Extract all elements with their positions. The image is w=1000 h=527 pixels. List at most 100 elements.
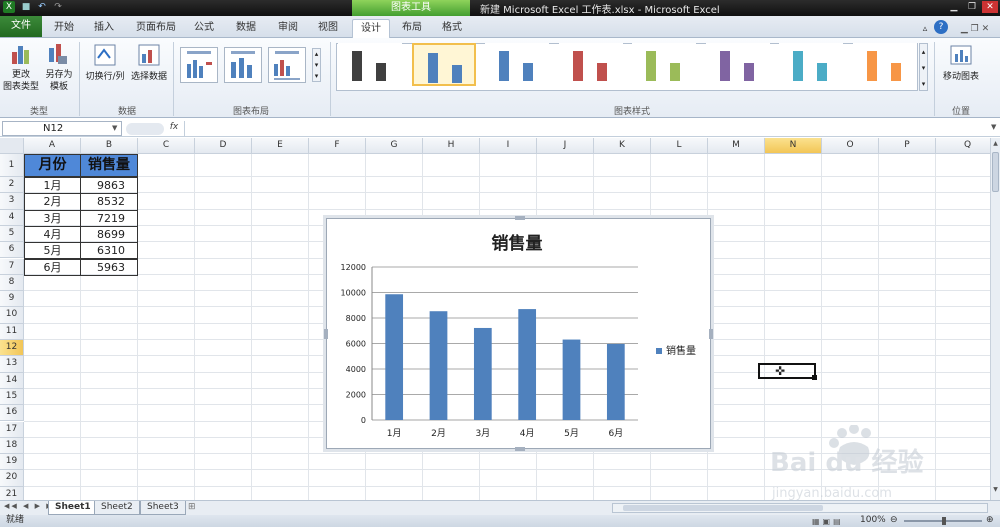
- table-header-month[interactable]: 月份: [24, 154, 81, 177]
- select-all-corner[interactable]: [0, 138, 24, 154]
- scroll-up-icon[interactable]: ▲: [992, 140, 999, 150]
- row-header-8[interactable]: 8: [0, 274, 24, 292]
- row-header-10[interactable]: 10: [0, 307, 24, 324]
- chart-style-2[interactable]: [411, 43, 476, 86]
- insert-function-button[interactable]: fx: [166, 122, 182, 136]
- tab-page-layout[interactable]: 页面布局: [132, 19, 180, 38]
- row-header-17[interactable]: 17: [0, 421, 24, 438]
- bar-3[interactable]: [473, 327, 492, 420]
- tab-layout[interactable]: 布局: [398, 19, 426, 38]
- row-header-6[interactable]: 6: [0, 242, 24, 259]
- table-cell-sales[interactable]: 9863: [80, 177, 138, 195]
- zoom-slider[interactable]: [904, 517, 982, 525]
- help-icon[interactable]: ?: [934, 20, 948, 34]
- chart-resize-handle[interactable]: [515, 216, 525, 220]
- formula-bar-expand-icon[interactable]: ▼: [991, 123, 996, 131]
- row-header-4[interactable]: 4: [0, 209, 24, 226]
- table-cell-month[interactable]: 3月: [24, 209, 81, 227]
- formula-bar-splitter[interactable]: [126, 123, 164, 135]
- chart-layout-3[interactable]: [268, 47, 306, 83]
- close-icon[interactable]: ✕: [982, 1, 998, 13]
- row-header-3[interactable]: 3: [0, 193, 24, 210]
- ribbon-collapse-icon[interactable]: ▵: [918, 20, 932, 39]
- insert-sheet-icon[interactable]: ⊞: [188, 502, 196, 512]
- column-header-k[interactable]: K: [594, 138, 651, 154]
- switch-row-column-button[interactable]: 切换行/列: [82, 71, 128, 83]
- formula-input[interactable]: [184, 121, 990, 136]
- active-cell[interactable]: ✜: [758, 363, 817, 380]
- tab-format[interactable]: 格式: [438, 19, 466, 38]
- column-header-i[interactable]: I: [480, 138, 537, 154]
- move-chart-button[interactable]: 移动图表: [938, 71, 984, 83]
- column-header-g[interactable]: G: [366, 138, 423, 154]
- row-header-9[interactable]: 9: [0, 291, 24, 308]
- column-header-c[interactable]: C: [138, 138, 195, 154]
- window-controls-icon[interactable]: ▁ ❐ ✕: [952, 20, 998, 39]
- zoom-level[interactable]: 100%: [860, 515, 886, 526]
- chart-style-7[interactable]: [779, 43, 843, 86]
- chart-title[interactable]: 销售量: [492, 233, 543, 254]
- column-header-q[interactable]: Q: [936, 138, 992, 154]
- bar-5[interactable]: [562, 339, 581, 420]
- chart-resize-handle[interactable]: [324, 329, 328, 339]
- row-header-13[interactable]: 13: [0, 356, 24, 373]
- table-cell-sales[interactable]: 8532: [80, 193, 138, 211]
- column-chart[interactable]: 销售量 0 2000 4000 6000 8000 10000 12000 1月 2月 3月 4月…: [327, 219, 712, 450]
- tab-review[interactable]: 审阅: [274, 19, 302, 38]
- row-header-11[interactable]: 11: [0, 323, 24, 340]
- tab-formulas[interactable]: 公式: [190, 19, 218, 38]
- sheet-tab-1[interactable]: Sheet1: [48, 501, 98, 515]
- save-as-template-icon[interactable]: [46, 42, 68, 66]
- chart-style-3[interactable]: [485, 43, 549, 86]
- row-header-20[interactable]: 20: [0, 470, 24, 487]
- redo-icon[interactable]: ↷: [52, 1, 64, 13]
- column-header-j[interactable]: J: [537, 138, 594, 154]
- row-header-1[interactable]: 1: [0, 154, 24, 177]
- chart-style-5[interactable]: [632, 43, 696, 86]
- chart-layout-2[interactable]: [224, 47, 262, 83]
- tab-insert[interactable]: 插入: [90, 19, 118, 38]
- vertical-scroll-thumb[interactable]: [992, 152, 999, 192]
- column-header-b[interactable]: B: [81, 138, 138, 154]
- table-cell-month[interactable]: 4月: [24, 225, 81, 244]
- tab-file[interactable]: 文件: [0, 16, 42, 37]
- save-as-template-button[interactable]: 另存为 模板: [42, 69, 76, 93]
- save-icon[interactable]: ■: [20, 1, 32, 13]
- select-data-icon[interactable]: [138, 44, 160, 66]
- vertical-scrollbar[interactable]: ▲ ▼: [990, 138, 1000, 500]
- table-cell-month[interactable]: 2月: [24, 193, 81, 211]
- row-header-15[interactable]: 15: [0, 388, 24, 406]
- scroll-down-icon[interactable]: ▼: [992, 486, 999, 496]
- change-chart-type-icon[interactable]: [10, 42, 32, 66]
- maximize-icon[interactable]: ❐: [964, 1, 980, 13]
- move-chart-icon[interactable]: [950, 44, 972, 66]
- tab-view[interactable]: 视图: [314, 19, 342, 38]
- tab-data[interactable]: 数据: [232, 19, 260, 38]
- table-cell-sales[interactable]: 7219: [80, 209, 138, 227]
- zoom-out-icon[interactable]: ⊖: [890, 515, 898, 526]
- chart-resize-handle[interactable]: [709, 329, 713, 339]
- table-cell-sales[interactable]: 6310: [80, 242, 138, 260]
- table-cell-sales[interactable]: 8699: [80, 225, 138, 244]
- bar-2[interactable]: [429, 311, 448, 420]
- table-cell-sales[interactable]: 5963: [80, 258, 138, 276]
- table-header-sales[interactable]: 销售量: [80, 154, 138, 177]
- column-header-p[interactable]: P: [879, 138, 936, 154]
- view-mode-icons[interactable]: ▦▣▤: [812, 516, 844, 527]
- column-header-a[interactable]: A: [24, 138, 81, 154]
- select-data-button[interactable]: 选择数据: [128, 71, 170, 83]
- row-header-7[interactable]: 7: [0, 258, 24, 275]
- sheet-tab-2[interactable]: Sheet2: [94, 501, 140, 515]
- tab-design[interactable]: 设计: [352, 19, 390, 38]
- row-header-14[interactable]: 14: [0, 372, 24, 389]
- column-header-h[interactable]: H: [423, 138, 480, 154]
- row-header-16[interactable]: 16: [0, 405, 24, 422]
- chart-style-8[interactable]: [852, 43, 917, 86]
- row-header-2[interactable]: 2: [0, 177, 24, 194]
- layout-gallery-scroll-icon[interactable]: ▴ ▾ ▾: [312, 48, 321, 82]
- horizontal-scroll-thumb[interactable]: [623, 505, 823, 511]
- zoom-in-icon[interactable]: ⊕: [986, 515, 994, 526]
- name-box[interactable]: N12: [2, 121, 122, 136]
- row-header-12[interactable]: 12: [0, 340, 24, 357]
- column-header-e[interactable]: E: [252, 138, 309, 154]
